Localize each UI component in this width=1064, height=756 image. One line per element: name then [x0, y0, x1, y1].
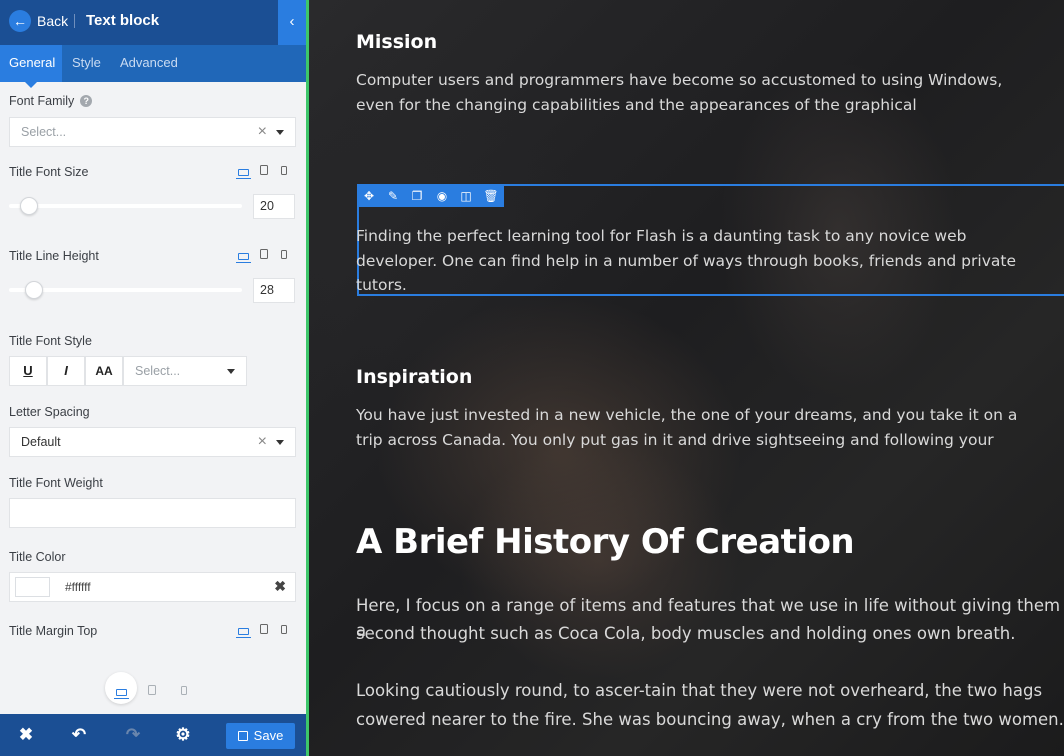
- columns-icon[interactable]: ◫: [454, 185, 478, 207]
- undo-icon[interactable]: ↶: [64, 714, 94, 756]
- tab-style[interactable]: Style: [63, 45, 110, 82]
- collapse-sidebar-button[interactable]: ‹: [278, 0, 306, 45]
- title-font-style-label: Title Font Style: [9, 334, 92, 348]
- move-icon[interactable]: ✥: [357, 185, 381, 207]
- tablet-icon[interactable]: [260, 249, 268, 263]
- duplicate-icon[interactable]: ❐: [405, 185, 429, 207]
- font-family-placeholder: Select...: [21, 125, 66, 139]
- title-font-size-label: Title Font Size: [9, 165, 88, 179]
- sidebar-footer: ✖ ↶ ↷ ⚙ Save: [0, 714, 306, 756]
- tab-advanced[interactable]: Advanced: [111, 45, 187, 82]
- responsive-devices: [238, 165, 294, 179]
- save-button-label: Save: [254, 728, 284, 743]
- font-style-placeholder: Select...: [135, 364, 180, 378]
- responsive-devices: [238, 624, 294, 638]
- desktop-icon[interactable]: [238, 249, 249, 263]
- selected-text-line[interactable]: Finding the perfect learning tool for Fl…: [356, 224, 967, 249]
- underline-button[interactable]: U: [9, 356, 47, 386]
- title-font-weight-input[interactable]: [9, 498, 296, 528]
- title-font-size-slider[interactable]: [9, 204, 242, 208]
- panel-title: Text block: [86, 12, 159, 29]
- back-button[interactable]: Back: [37, 13, 68, 29]
- uppercase-button[interactable]: AA: [85, 356, 123, 386]
- mission-heading[interactable]: Mission: [356, 31, 437, 53]
- font-style-select[interactable]: Select...: [123, 356, 247, 386]
- clear-icon[interactable]: ×: [258, 118, 267, 146]
- mobile-icon[interactable]: [281, 249, 287, 263]
- font-family-label: Font Family?: [9, 94, 92, 108]
- title-line-height-slider[interactable]: [9, 288, 242, 292]
- font-family-select[interactable]: Select... ×: [9, 117, 296, 147]
- letter-spacing-select[interactable]: Default ×: [9, 427, 296, 457]
- help-icon[interactable]: ?: [80, 95, 92, 107]
- history-text-line[interactable]: Looking cautiously round, to ascer-tain …: [356, 678, 1042, 703]
- title-color-field[interactable]: #ffffff ✖: [9, 572, 296, 602]
- inspiration-text-line[interactable]: trip across Canada. You only put gas in …: [356, 428, 994, 453]
- arrow-left-icon[interactable]: ←: [9, 10, 31, 32]
- tablet-icon[interactable]: [260, 165, 268, 179]
- italic-button[interactable]: I: [47, 356, 85, 386]
- clear-color-icon[interactable]: ✖: [274, 578, 286, 595]
- visibility-eye-icon[interactable]: ◉: [430, 185, 454, 207]
- mobile-preview-icon[interactable]: [168, 672, 200, 704]
- desktop-preview-icon[interactable]: [105, 672, 137, 704]
- title-color-label: Title Color: [9, 550, 66, 564]
- history-text-line[interactable]: cowered nearer to the fire. She was boun…: [356, 707, 1064, 732]
- edit-pencil-icon[interactable]: ✎: [381, 185, 405, 207]
- caret-down-icon[interactable]: [276, 440, 284, 445]
- close-icon[interactable]: ✖: [11, 714, 41, 756]
- caret-down-icon[interactable]: [227, 369, 235, 374]
- responsive-devices: [238, 249, 294, 263]
- letter-spacing-value: Default: [21, 435, 61, 449]
- desktop-icon[interactable]: [238, 165, 249, 179]
- sidebar-header: ← Back Text block ‹: [0, 0, 306, 45]
- selected-text-line[interactable]: tutors.: [356, 273, 407, 298]
- mobile-icon[interactable]: [281, 165, 287, 179]
- chevron-left-icon: ‹: [290, 13, 295, 30]
- inspiration-text-line[interactable]: You have just invested in a new vehicle,…: [356, 403, 1017, 428]
- block-toolbar: ✥ ✎ ❐ ◉ ◫ 🗑: [357, 185, 504, 207]
- tablet-preview-icon[interactable]: [136, 672, 168, 704]
- tab-general[interactable]: General: [0, 45, 62, 82]
- title-font-size-input[interactable]: 20: [253, 194, 295, 219]
- history-text-line[interactable]: second thought such as Coca Cola, body m…: [356, 621, 1016, 646]
- save-button[interactable]: Save: [226, 723, 295, 749]
- page-canvas[interactable]: Mission Computer users and programmers h…: [309, 0, 1064, 756]
- slider-handle[interactable]: [25, 281, 43, 299]
- title-margin-top-label: Title Margin Top: [9, 624, 97, 638]
- tab-bar: General Style Advanced: [0, 45, 306, 82]
- settings-sidebar: ← Back Text block ‹ General Style Advanc…: [0, 0, 306, 756]
- trash-icon[interactable]: 🗑: [479, 185, 503, 207]
- font-family-label-text: Font Family: [9, 94, 74, 108]
- tablet-icon[interactable]: [260, 624, 268, 638]
- title-font-weight-label: Title Font Weight: [9, 476, 103, 490]
- clear-icon[interactable]: ×: [258, 428, 267, 456]
- redo-icon[interactable]: ↷: [118, 714, 148, 756]
- caret-down-icon[interactable]: [276, 130, 284, 135]
- gear-icon[interactable]: ⚙: [168, 714, 198, 756]
- inspiration-heading[interactable]: Inspiration: [356, 366, 472, 388]
- history-heading[interactable]: A Brief History Of Creation: [356, 522, 854, 562]
- slider-handle[interactable]: [20, 197, 38, 215]
- title-line-height-label: Title Line Height: [9, 249, 99, 263]
- color-swatch[interactable]: [15, 577, 50, 597]
- selected-text-line[interactable]: developer. One can find help in a number…: [356, 249, 1016, 274]
- desktop-icon[interactable]: [238, 624, 249, 638]
- mission-text-line[interactable]: Computer users and programmers have beco…: [356, 68, 1002, 93]
- floppy-disk-icon: [238, 731, 248, 741]
- mobile-icon[interactable]: [281, 624, 287, 638]
- header-separator: [74, 14, 75, 28]
- mission-text-line[interactable]: even for the changing capabilities and t…: [356, 93, 917, 118]
- color-hex-value[interactable]: #ffffff: [65, 580, 91, 594]
- title-line-height-input[interactable]: 28: [253, 278, 295, 303]
- letter-spacing-label: Letter Spacing: [9, 405, 90, 419]
- device-preview-switcher: [105, 672, 195, 704]
